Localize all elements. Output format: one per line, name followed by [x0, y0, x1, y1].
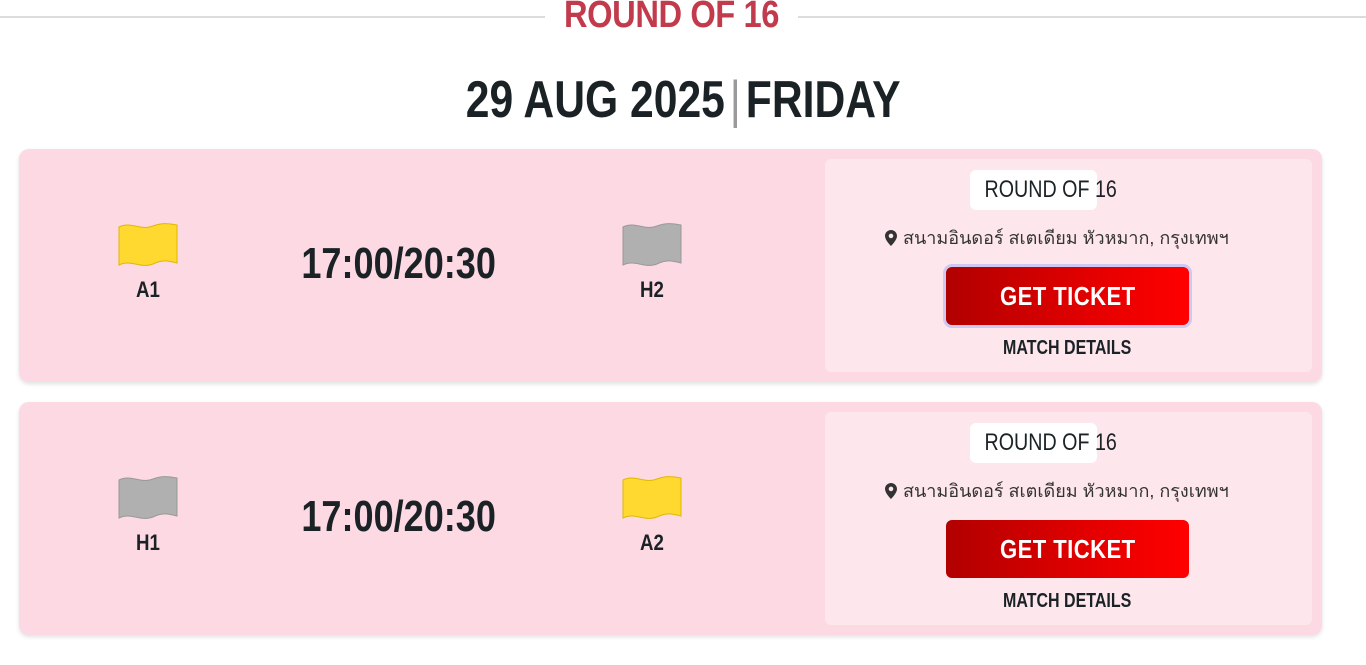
match-date: 29 AUG 2025 — [465, 71, 725, 129]
match-info-panel: ROUND OF 16 สนามอินดอร์ สเตเดียม หัวหมาก… — [825, 159, 1312, 372]
match-time: 17:00/20:30 — [269, 492, 529, 542]
home-team: A1 — [88, 221, 208, 303]
venue: สนามอินดอร์ สเตเดียม หัวหมาก, กรุงเทพฯ — [885, 223, 1255, 252]
grey-flag-icon — [622, 223, 682, 266]
home-team-label: H1 — [136, 530, 160, 555]
round-badge: ROUND OF 16 — [970, 423, 1117, 463]
yellow-flag-icon — [118, 223, 178, 266]
round-badge-text: ROUND OF 16 — [984, 176, 1117, 203]
match-time-text: 17:00/20:30 — [301, 492, 497, 541]
venue-text: สนามอินดอร์ สเตเดียม หัวหมาก, กรุงเทพฯ — [903, 228, 1229, 248]
divider-left — [0, 16, 545, 18]
section-title: ROUND OF 16 — [564, 0, 779, 36]
home-team-label: A1 — [136, 277, 160, 302]
location-pin-icon — [885, 483, 897, 499]
venue-text: สนามอินดอร์ สเตเดียม หัวหมาก, กรุงเทพฯ — [903, 481, 1229, 501]
section-header: ROUND OF 16 — [0, 0, 1366, 36]
get-ticket-button[interactable]: GET TICKET — [946, 520, 1189, 578]
home-team: H1 — [88, 474, 208, 556]
yellow-flag-icon — [622, 476, 682, 519]
round-badge: ROUND OF 16 — [970, 170, 1117, 210]
away-team-label: A2 — [640, 530, 664, 555]
match-details-link[interactable]: MATCH DETAILS — [946, 337, 1189, 360]
match-card: H1 17:00/20:30 A2 ROUND OF 16 สนามอินดอร… — [19, 402, 1322, 635]
away-team: A2 — [592, 474, 712, 556]
match-time-text: 17:00/20:30 — [301, 239, 497, 288]
away-team: H2 — [592, 221, 712, 303]
away-team-label: H2 — [640, 277, 664, 302]
get-ticket-label: GET TICKET — [999, 533, 1136, 564]
match-card: A1 17:00/20:30 H2 ROUND OF 16 สนามอินดอร… — [19, 149, 1322, 382]
match-weekday: FRIDAY — [745, 71, 901, 129]
divider-right — [798, 16, 1366, 18]
grey-flag-icon — [118, 476, 178, 519]
match-details-label: MATCH DETAILS — [1003, 337, 1132, 359]
round-badge-text: ROUND OF 16 — [984, 429, 1117, 456]
date-separator: | — [729, 71, 741, 129]
location-pin-icon — [885, 230, 897, 246]
get-ticket-button[interactable]: GET TICKET — [946, 267, 1189, 325]
venue: สนามอินดอร์ สเตเดียม หัวหมาก, กรุงเทพฯ — [885, 476, 1255, 505]
get-ticket-label: GET TICKET — [999, 280, 1136, 311]
match-time: 17:00/20:30 — [269, 239, 529, 289]
match-details-link[interactable]: MATCH DETAILS — [946, 590, 1189, 613]
match-date-heading: 29 AUG 2025|FRIDAY — [0, 70, 1366, 130]
match-details-label: MATCH DETAILS — [1003, 590, 1132, 612]
match-info-panel: ROUND OF 16 สนามอินดอร์ สเตเดียม หัวหมาก… — [825, 412, 1312, 625]
